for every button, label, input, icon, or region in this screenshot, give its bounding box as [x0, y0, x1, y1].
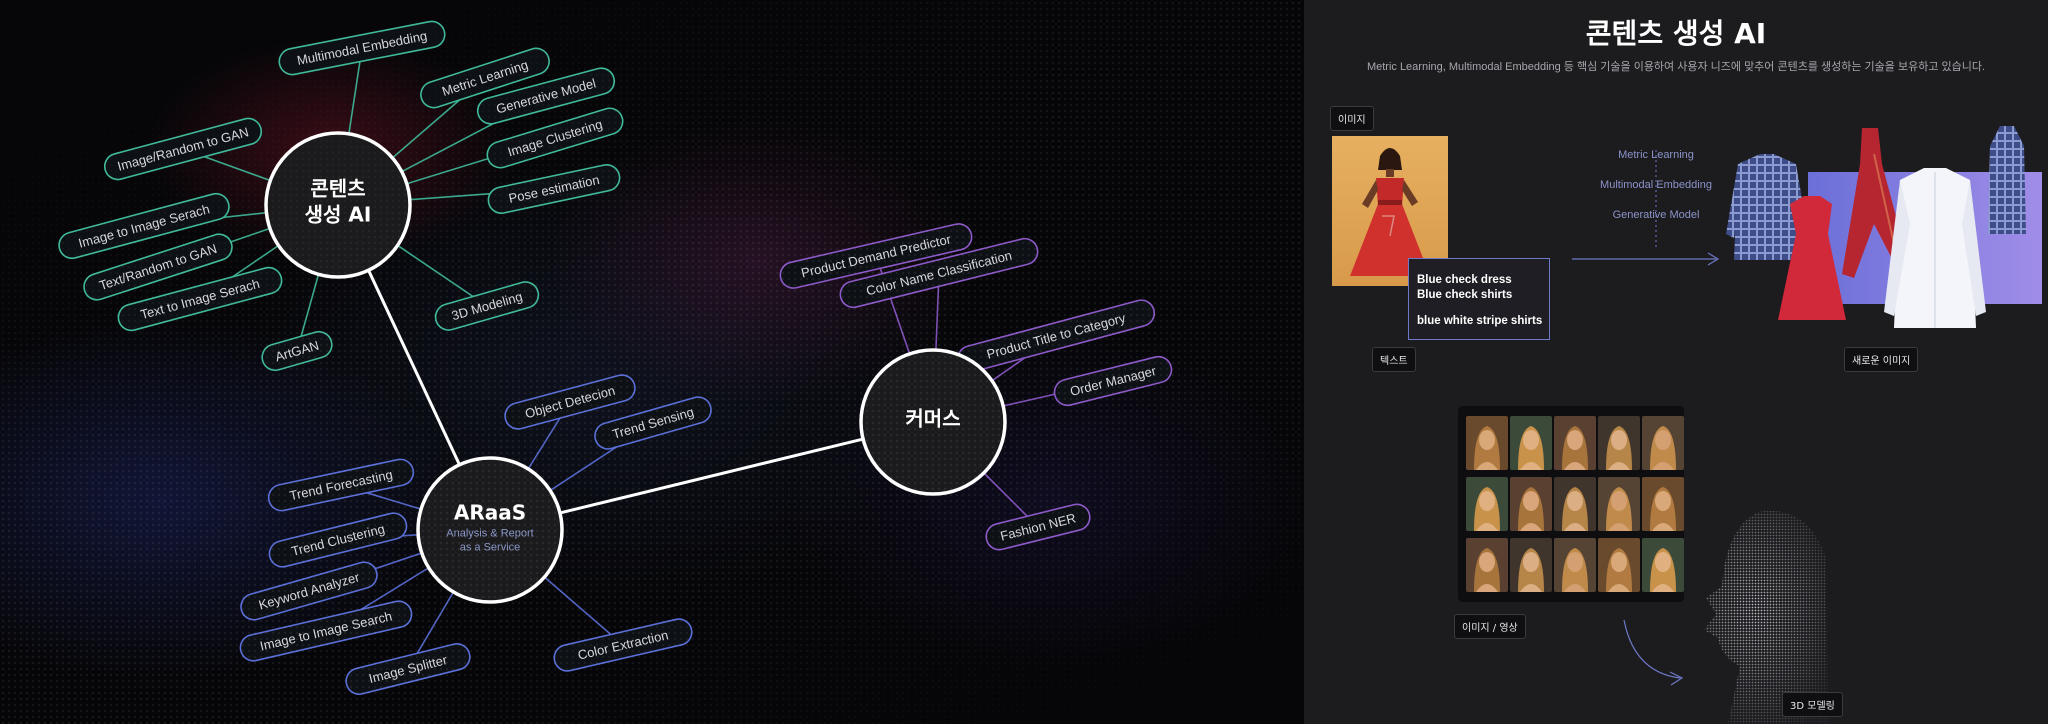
face-thumbnail	[1642, 416, 1684, 470]
hub-commerce: 커머스	[859, 348, 1007, 496]
hub-title: 커머스	[905, 406, 960, 430]
node-image-random-to-gan: Image/Random to GAN	[103, 117, 263, 181]
face-thumbnail	[1466, 416, 1508, 470]
face-thumbnail	[1510, 477, 1552, 531]
new-image-tag: 새로운 이미지	[1844, 347, 1919, 372]
3d-modeling-tag: 3D 모델링	[1782, 692, 1843, 717]
face-variation-grid	[1458, 406, 1684, 602]
3d-head-illustration	[1704, 510, 1828, 724]
node-artgan: ArtGAN	[261, 330, 333, 372]
node-image-splitter: Image Splitter	[345, 643, 471, 695]
hub-title: 콘텐츠	[310, 176, 365, 200]
face-thumbnail	[1510, 416, 1552, 470]
node-fashion-ner: Fashion NER	[985, 503, 1091, 551]
hub-subtitle: Analysis & Report	[446, 527, 533, 539]
face-thumbnail	[1466, 477, 1508, 531]
node-trend-forecasting: Trend Forecasting	[267, 458, 415, 512]
hub-title: 생성 AI	[305, 202, 372, 226]
face-thumbnail	[1554, 538, 1596, 592]
node-multimodal-embedding: Multimodal Embedding	[278, 20, 446, 76]
flow-arrows	[1572, 150, 1720, 686]
face-thumbnail	[1466, 538, 1508, 592]
node-order-manager: Order Manager	[1053, 355, 1173, 407]
face-thumbnail	[1554, 416, 1596, 470]
node-product-title-to-category: Product Title to Category	[956, 299, 1156, 373]
hub-title: ARaaS	[454, 500, 526, 524]
hub-content: 콘텐츠생성 AI	[264, 131, 412, 279]
node-3d-modeling: 3D Modeling	[434, 281, 540, 331]
face-thumbnail	[1510, 538, 1552, 592]
hub-subtitle: as a Service	[460, 541, 521, 553]
face-thumbnail	[1642, 477, 1684, 531]
node-trend-clustering: Trend Clustering	[268, 512, 408, 568]
generated-clothes-illustration	[1726, 126, 2042, 328]
content-generation-panel: 콘텐츠 생성 AI Metric Learning, Multimodal Em…	[1304, 0, 2048, 724]
face-thumbnail	[1598, 416, 1640, 470]
node-pose-estimation: Pose estimation	[487, 164, 621, 214]
3d-face-model	[1688, 498, 1838, 724]
hub-araas: ARaaS Analysis & Report as a Service	[416, 456, 564, 604]
face-thumbnail	[1554, 477, 1596, 531]
mindmap-panel: Multimodal Embedding Metric Learning Gener…	[0, 0, 1304, 724]
face-thumbnail	[1598, 477, 1640, 531]
image-video-tag: 이미지 / 영상	[1454, 614, 1526, 639]
mindmap-diagram: Multimodal EmbeddingMetric LearningGener…	[58, 20, 1173, 695]
face-thumbnail	[1642, 538, 1684, 592]
node-color-extraction: Color Extraction	[553, 618, 693, 672]
face-thumbnail	[1598, 538, 1640, 592]
generated-clothes-image	[1724, 124, 2042, 342]
